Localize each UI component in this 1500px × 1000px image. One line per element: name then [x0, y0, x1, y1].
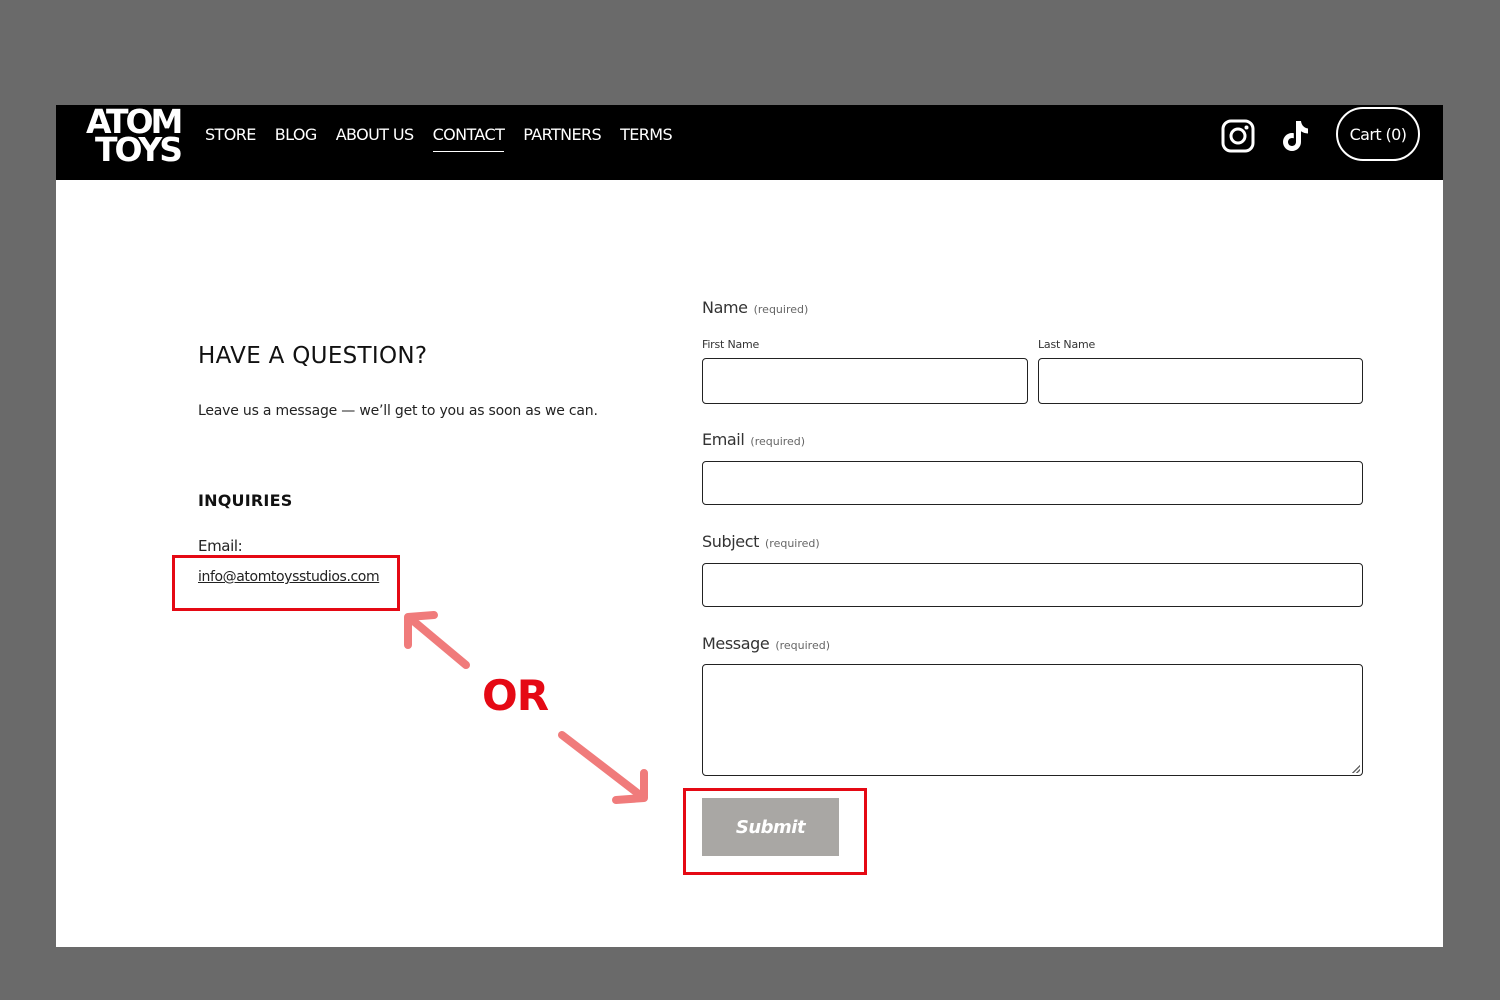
arrow-to-submit — [558, 731, 648, 804]
annotation-arrows — [404, 611, 648, 804]
arrow-to-email — [404, 611, 470, 669]
contact-page: ATOM TOYS STORE BLOG ABOUT US CONTACT PA… — [56, 105, 1443, 947]
